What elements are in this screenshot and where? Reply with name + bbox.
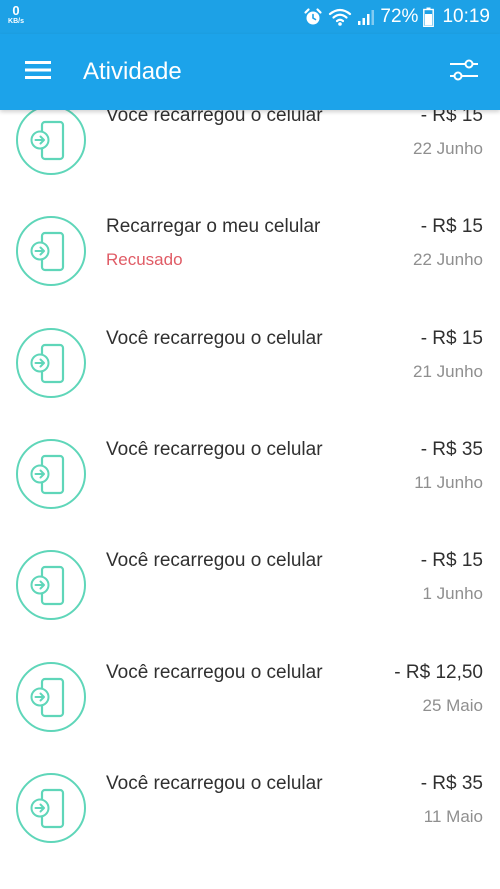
activity-title: Você recarregou o celular xyxy=(106,438,323,460)
activity-date: 1 Junho xyxy=(422,584,484,604)
phone-recharge-icon xyxy=(15,215,87,287)
activity-date: 25 Maio xyxy=(422,695,483,715)
activity-date: 22 Junho xyxy=(413,139,483,158)
activity-amount: - R$ 35 xyxy=(420,772,483,794)
activity-list: Você recarregou o celular - R$ 15 22 Junho… xyxy=(0,110,500,889)
phone-recharge-icon xyxy=(15,438,87,510)
activity-item[interactable]: Você recarregou o celular - R$ 12,50 25 Ma… xyxy=(0,661,500,772)
activity-item[interactable]: Você recarregou o celular - R$ 15 21 Junho xyxy=(0,327,500,438)
sliders-filter-icon xyxy=(449,58,479,87)
activity-date: 11 Junho xyxy=(414,472,483,492)
activity-amount: - R$ 15 xyxy=(420,327,483,349)
activity-title: Você recarregou o celular xyxy=(106,772,323,794)
activity-title: Você recarregou o celular xyxy=(106,110,323,126)
activity-amount: - R$ 15 xyxy=(420,550,483,572)
battery-percentage: 72% xyxy=(380,6,419,27)
activity-amount: - R$ 15 xyxy=(420,110,483,126)
activity-amount: - R$ 15 xyxy=(420,216,483,238)
app-bar: Atividade xyxy=(0,34,500,110)
page-title: Atividade xyxy=(83,58,182,85)
activity-item[interactable]: Você recarregou o celular - R$ 35 11 Maio xyxy=(0,772,500,883)
activity-date: 11 Maio xyxy=(423,806,483,826)
hamburger-menu-icon xyxy=(25,60,51,85)
activity-amount: - R$ 12,50 xyxy=(394,661,483,683)
activity-title: Você recarregou o celular xyxy=(106,327,323,349)
data-speed-value: 0 xyxy=(12,3,20,18)
phone-recharge-icon xyxy=(15,549,87,621)
activity-item[interactable]: Você recarregou o celular - R$ 15 22 Junho xyxy=(0,110,500,215)
activity-title: Você recarregou o celular xyxy=(106,550,323,572)
status-bar: 0 KB/s 72% 10:19 xyxy=(0,0,500,34)
data-speed-indicator: 0 KB/s xyxy=(5,4,27,25)
data-speed-unit: KB/s xyxy=(8,18,24,25)
filter-button[interactable] xyxy=(442,52,486,92)
phone-recharge-icon xyxy=(15,772,87,844)
alarm-icon xyxy=(303,7,323,27)
activity-amount: - R$ 35 xyxy=(420,438,483,460)
menu-button[interactable] xyxy=(16,52,60,92)
signal-icon xyxy=(357,8,375,26)
status-icons: 72% 10:19 xyxy=(303,0,490,34)
phone-recharge-icon xyxy=(15,661,87,733)
clock-time: 10:19 xyxy=(442,6,490,27)
activity-date: 22 Junho xyxy=(413,250,483,270)
activity-date: 21 Junho xyxy=(413,361,483,381)
activity-status: Recusado xyxy=(106,250,183,270)
activity-item[interactable]: Você recarregou o celular - R$ 15 1 Junho xyxy=(0,549,500,660)
battery-icon xyxy=(423,7,435,27)
activity-item[interactable]: Você recarregou o celular - R$ 35 11 Junho xyxy=(0,438,500,549)
wifi-icon xyxy=(328,7,352,27)
phone-recharge-icon xyxy=(15,327,87,399)
phone-recharge-icon xyxy=(15,110,87,176)
activity-title: Recarregar o meu celular xyxy=(106,216,321,238)
activity-title: Você recarregou o celular xyxy=(106,661,323,683)
activity-item[interactable]: Recarregar o meu celular Recusado - R$ 15 2… xyxy=(0,215,500,326)
